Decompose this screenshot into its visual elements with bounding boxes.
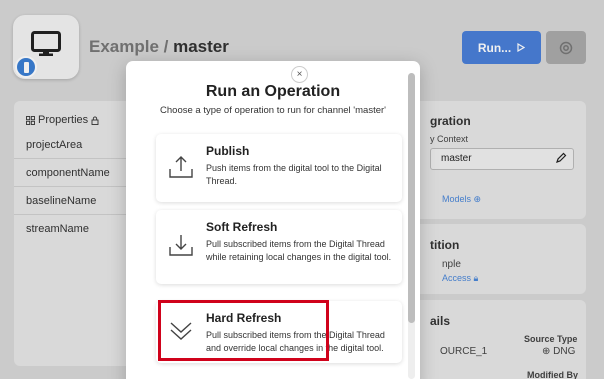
dialog-scrollbar[interactable] (408, 73, 415, 379)
operation-hard-refresh[interactable]: Hard Refresh Pull subscribed items from … (156, 301, 402, 363)
run-operation-dialog: Run an Operation Choose a type of operat… (126, 61, 420, 379)
download-icon (169, 235, 193, 256)
operation-description: Push items from the digital tool to the … (206, 163, 382, 186)
upload-icon (169, 156, 193, 178)
scrollbar-thumb[interactable] (408, 73, 415, 323)
operation-name: Soft Refresh (206, 220, 278, 234)
operation-description: Pull subscribed items from the Digital T… (206, 239, 392, 262)
dialog-title: Run an Operation (205, 83, 341, 100)
operation-name: Publish (206, 144, 250, 158)
operation-publish[interactable]: Publish Push items from the digital tool… (156, 134, 402, 202)
operation-name: Hard Refresh (206, 311, 282, 325)
double-chevron-down-icon (170, 322, 192, 340)
dialog-subtitle: Choose a type of operation to run for ch… (160, 105, 386, 116)
operation-soft-refresh[interactable]: Soft Refresh Pull subscribed items from … (156, 210, 402, 284)
operation-description: Pull subscribed items from the Digital T… (206, 330, 385, 353)
close-button[interactable]: × (291, 66, 308, 83)
